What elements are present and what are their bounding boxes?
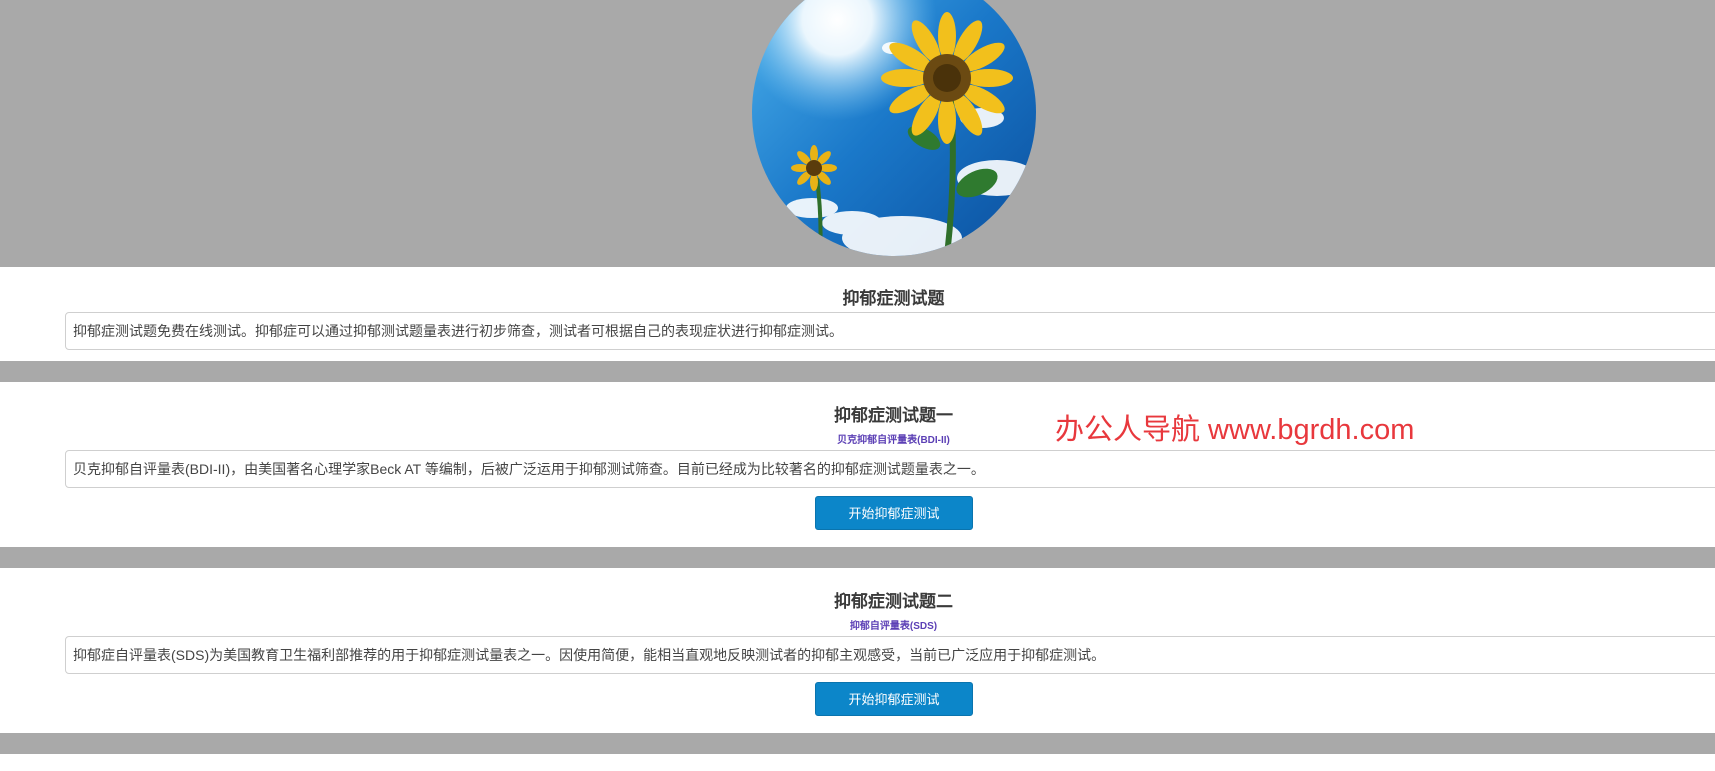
test-1-subtitle: 贝克抑郁自评量表(BDI-II)	[837, 435, 950, 446]
header-banner	[0, 0, 1715, 267]
intro-title: 抑郁症测试题	[842, 289, 945, 308]
start-test-1-button[interactable]: 开始抑郁症测试	[815, 496, 973, 530]
test-card-2: 抑郁症测试题二 抑郁自评量表(SDS) 抑郁症自评量表(SDS)为美国教育卫生福…	[0, 568, 1715, 733]
test-2-title: 抑郁症测试题二	[834, 592, 953, 611]
test-card-1: 抑郁症测试题一 贝克抑郁自评量表(BDI-II) 贝克抑郁自评量表(BDI-II…	[0, 382, 1715, 547]
section-divider	[0, 361, 1715, 382]
test-1-description: 贝克抑郁自评量表(BDI-II)，由美国著名心理学家Beck AT 等编制，后被…	[65, 450, 1715, 488]
start-test-2-button[interactable]: 开始抑郁症测试	[815, 682, 973, 716]
test-2-subtitle: 抑郁自评量表(SDS)	[849, 621, 938, 632]
test-1-title: 抑郁症测试题一	[834, 406, 953, 425]
intro-description: 抑郁症测试题免费在线测试。抑郁症可以通过抑郁测试题量表进行初步筛查，测试者可根据…	[65, 312, 1715, 350]
section-divider	[0, 547, 1715, 568]
intro-section: 抑郁症测试题 抑郁症测试题免费在线测试。抑郁症可以通过抑郁测试题量表进行初步筛查…	[0, 267, 1715, 361]
sunflower-sky-image	[752, 0, 1036, 256]
watermark-text: 办公人导航 www.bgrdh.com	[1055, 414, 1415, 446]
test-2-description: 抑郁症自评量表(SDS)为美国教育卫生福利部推荐的用于抑郁症测试量表之一。因使用…	[65, 636, 1715, 674]
section-divider	[0, 733, 1715, 754]
